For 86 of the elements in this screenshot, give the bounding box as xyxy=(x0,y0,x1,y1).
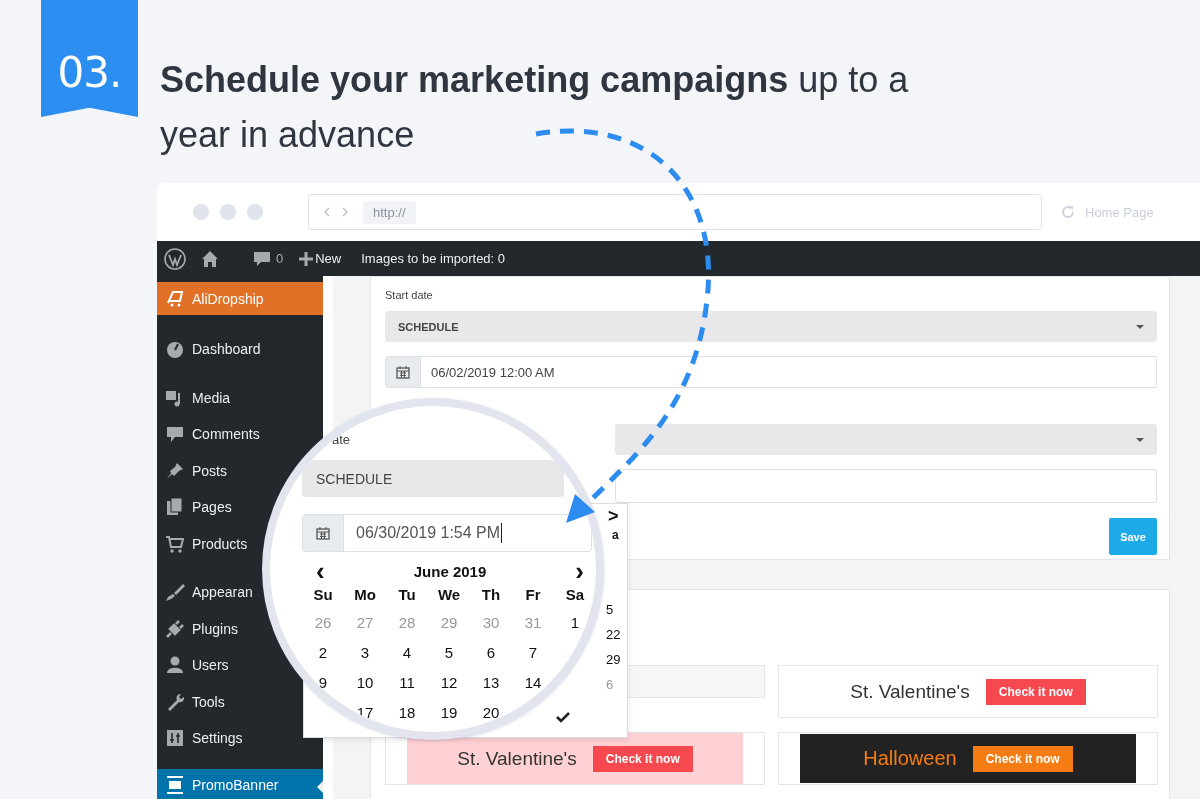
weekday-label: Th xyxy=(480,585,502,605)
comment-count: 0 xyxy=(276,251,284,266)
calendar-day[interactable]: 11 xyxy=(386,668,428,698)
month-title[interactable]: June 2019 xyxy=(413,562,487,580)
pushpin-icon xyxy=(165,460,185,481)
weekday-label: Tu xyxy=(397,585,417,605)
banner-title: St. Valentine's xyxy=(457,747,577,770)
banner-title: St. Valentine's xyxy=(850,680,970,703)
comment-icon xyxy=(253,249,271,268)
calendar-day[interactable]: 13 xyxy=(470,668,512,698)
schedule-dropdown[interactable] xyxy=(615,424,1157,455)
wordpress-logo-icon xyxy=(164,247,186,270)
home-icon xyxy=(201,249,219,268)
calendar-day[interactable]: 6 xyxy=(470,638,512,668)
calendar-icon xyxy=(396,365,410,379)
sidebar-item[interactable]: Plugins xyxy=(157,610,238,647)
text-cursor xyxy=(501,523,503,543)
check-it-now-button[interactable]: Check it now xyxy=(985,678,1086,705)
paintbrush-icon xyxy=(165,582,185,603)
next-month-arrow[interactable]: > xyxy=(608,506,619,527)
calendar-day[interactable]: 2 xyxy=(302,638,344,668)
calendar-day[interactable]: 9 xyxy=(302,668,344,698)
step-badge: 03. xyxy=(41,0,138,117)
schedule-dropdown[interactable]: SCHEDULE xyxy=(385,311,1157,342)
calendar-icon xyxy=(316,526,330,540)
calendar-day[interactable]: 10 xyxy=(344,668,386,698)
weekday-label: Fr xyxy=(524,585,542,605)
calendar-day[interactable]: 20 xyxy=(470,698,512,728)
calendar-day[interactable]: 18 xyxy=(386,698,428,728)
date-field[interactable]: 06/02/2019 12:00 AM xyxy=(385,356,1157,388)
calendar-day[interactable]: 5 xyxy=(428,638,470,668)
weekday-label: Su xyxy=(312,585,334,605)
pages-icon xyxy=(165,497,185,518)
caret-icon xyxy=(1136,437,1144,442)
person-icon xyxy=(165,655,185,676)
banner-title: Halloween xyxy=(863,747,957,770)
sidebar-item[interactable]: Posts xyxy=(157,452,227,489)
cart-icon xyxy=(165,533,185,554)
calendar-day[interactable]: 4 xyxy=(386,638,428,668)
calendar-day[interactable]: 7 xyxy=(512,638,554,668)
sidebar-item[interactable]: Dashboard xyxy=(157,331,261,368)
weekday-label: We xyxy=(436,585,462,605)
calendar-day[interactable]: 22 xyxy=(606,627,621,642)
sidebar-item[interactable]: Media xyxy=(157,379,231,416)
date-field[interactable]: 06/30/2019 1:54 PM xyxy=(302,514,592,552)
calendar-day[interactable]: 12 xyxy=(428,668,470,698)
calendar-day[interactable]: 1 xyxy=(554,608,596,638)
sidebar-item[interactable]: Users xyxy=(157,647,229,684)
url-text: http:// xyxy=(363,200,416,224)
reload-icon xyxy=(1060,204,1076,220)
headline: Schedule your marketing campaigns up to a year in advance xyxy=(160,58,910,157)
weekday-label: a xyxy=(612,528,619,542)
calendar-day[interactable]: 3 xyxy=(344,638,386,668)
sidebar-item[interactable]: Tools xyxy=(157,683,225,720)
plus-icon xyxy=(299,251,314,266)
date-field[interactable] xyxy=(615,469,1157,503)
gauge-icon xyxy=(165,339,185,360)
previous-month-arrow[interactable]: ‹ xyxy=(316,561,325,581)
field-label: Start date xyxy=(385,289,434,303)
calendar-day[interactable]: 14 xyxy=(512,668,554,698)
weekday-label: Mo xyxy=(353,585,377,605)
sliders-icon xyxy=(165,728,185,749)
sidebar-item[interactable]: Appearan xyxy=(157,574,253,611)
back-forward-icon xyxy=(323,206,349,218)
checkmark-icon xyxy=(556,712,570,723)
import-status: Images to be imported: 0 xyxy=(361,251,506,266)
check-it-now-button[interactable]: Check it now xyxy=(592,745,693,772)
cart-icon xyxy=(165,288,185,309)
banner-icon xyxy=(165,775,185,795)
schedule-dropdown[interactable]: SCHEDULE xyxy=(302,460,564,497)
caret-icon xyxy=(1136,324,1144,329)
sidebar-item[interactable]: Settings xyxy=(157,720,243,757)
calendar-day[interactable]: 29 xyxy=(606,652,621,667)
window-dot-icon xyxy=(220,204,236,220)
window-dot-icon xyxy=(193,204,209,220)
window-dot-icon xyxy=(247,204,263,220)
new-menu[interactable]: New xyxy=(299,251,342,266)
sidebar-item[interactable]: Comments xyxy=(157,416,260,453)
next-month-arrow[interactable]: › xyxy=(575,561,584,581)
calendar-day[interactable]: 5 xyxy=(606,602,614,617)
sidebar-item[interactable]: Pages xyxy=(157,489,232,526)
sidebar-item[interactable]: Products xyxy=(157,525,248,562)
plug-icon xyxy=(165,618,185,639)
sidebar-item[interactable]: PromoBanner xyxy=(157,768,323,799)
weekday-label: Sa xyxy=(564,585,586,605)
calendar-day[interactable]: 19 xyxy=(428,698,470,728)
